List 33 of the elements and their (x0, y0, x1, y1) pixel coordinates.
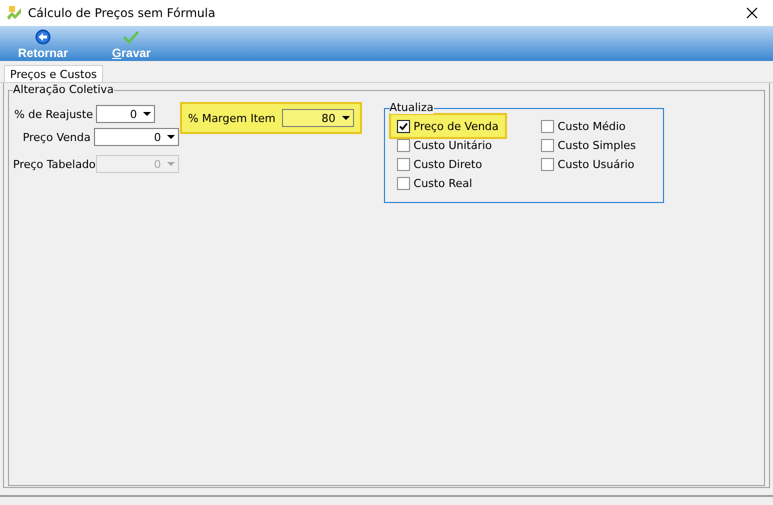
checkbox[interactable] (396, 120, 410, 132)
group-title: Alteração Coletiva (13, 83, 114, 96)
field-label: Preço Venda (22, 130, 91, 144)
group-title: Atualiza (390, 101, 434, 114)
checkbox-option[interactable]: Custo Unitário (394, 137, 501, 153)
field-label: % de Reajuste (13, 108, 93, 120)
checkbox-option[interactable]: Custo Real (394, 175, 501, 191)
checkbox-option[interactable]: Preço de Venda (390, 115, 505, 137)
dropdown-arrow-icon (342, 116, 350, 120)
checkbox-option[interactable]: Custo Direto (394, 156, 501, 172)
dropdown-field[interactable]: 80 (282, 109, 354, 127)
back-arrow-icon (35, 29, 51, 45)
checkbox[interactable] (396, 176, 410, 190)
checkbox[interactable] (540, 158, 554, 170)
field-label: % Margem Item (188, 112, 276, 124)
checkmark-icon (123, 29, 140, 45)
checkbox[interactable] (540, 138, 554, 152)
checkbox-option[interactable]: Custo Médio (538, 118, 638, 134)
dropdown-arrow-icon (167, 135, 175, 139)
dropdown-arrow-icon (143, 112, 151, 116)
checkbox[interactable] (540, 120, 554, 132)
checkbox-option[interactable]: Custo Usuário (538, 156, 638, 172)
checkbox-option[interactable]: Custo Simples (538, 137, 638, 153)
app-logo-icon (6, 5, 22, 21)
dropdown-arrow-icon (167, 162, 175, 166)
field-label: Preço Tabelado (13, 158, 93, 170)
window-title: Cálculo de Preços sem Fórmula (28, 6, 216, 20)
dropdown-field[interactable]: 0 (96, 105, 155, 123)
checkbox[interactable] (396, 138, 410, 152)
tab[interactable]: Preços e Custos (4, 65, 103, 82)
dropdown-field[interactable]: 0 (94, 128, 179, 146)
close-icon[interactable] (745, 6, 759, 20)
checkbox[interactable] (396, 158, 410, 170)
